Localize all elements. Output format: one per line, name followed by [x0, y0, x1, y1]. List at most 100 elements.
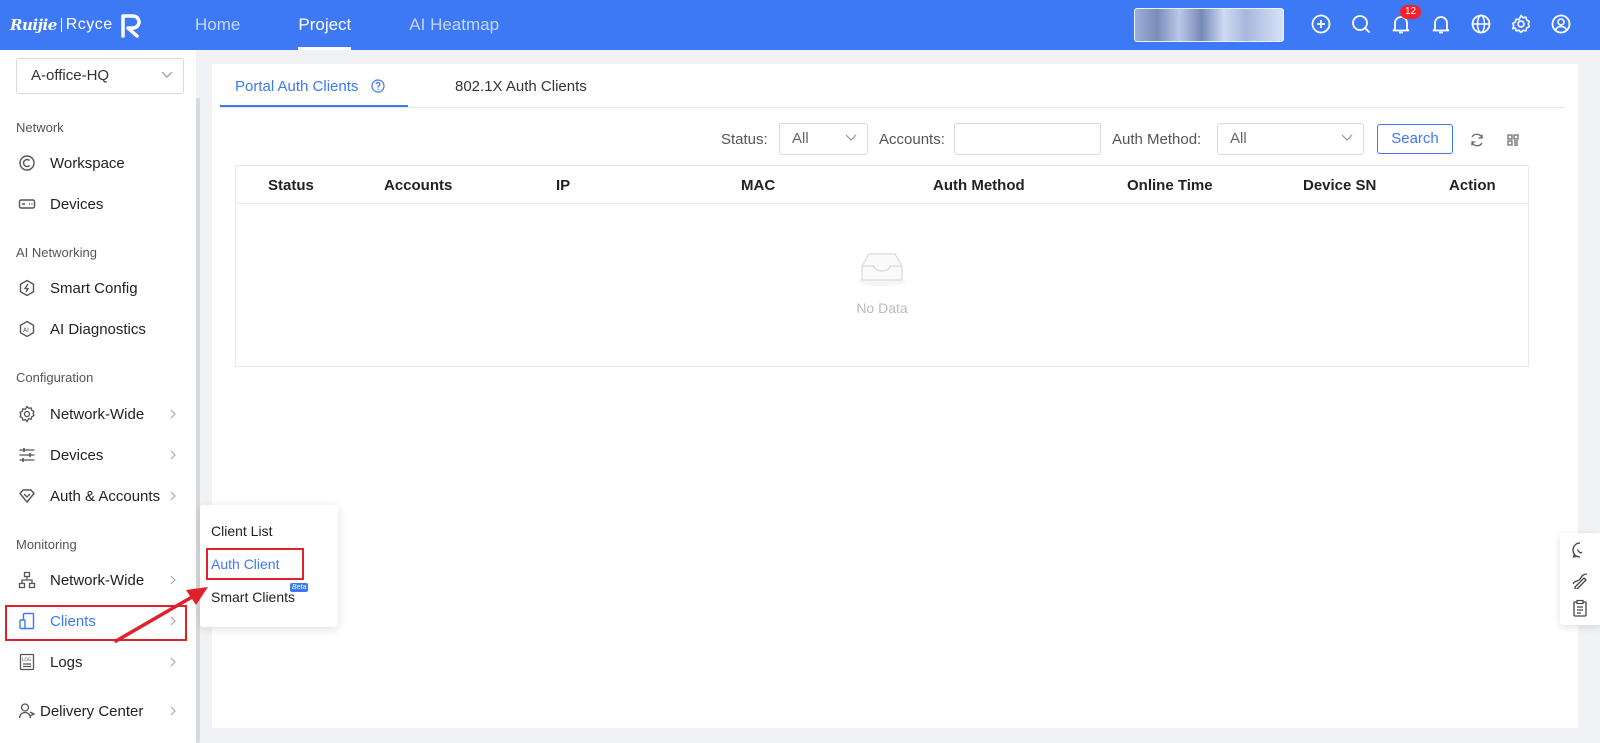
nav-project[interactable]: Project: [298, 0, 351, 50]
sidebar-item-devices[interactable]: Devices: [4, 185, 188, 223]
chevron-right-icon: [170, 706, 176, 716]
column-header-action: Action: [1449, 177, 1496, 194]
active-tab-indicator: [220, 105, 408, 107]
sliders-icon: [19, 448, 35, 462]
sidebar-item-label: AI Diagnostics: [50, 320, 146, 338]
floating-toolbar: [1560, 533, 1600, 625]
help-circle-icon[interactable]: [370, 79, 385, 93]
sidebar-item-smart-config[interactable]: Smart Config: [4, 269, 188, 307]
clients-highlight-box: [5, 605, 187, 641]
nav-home[interactable]: Home: [195, 0, 240, 50]
chevron-right-icon: [170, 657, 176, 667]
auth-method-filter-select[interactable]: All: [1217, 123, 1364, 155]
site-selector[interactable]: A-office-HQ: [16, 58, 184, 94]
beta-badge: Beta: [290, 583, 309, 592]
notification-badge: 12: [1400, 5, 1422, 19]
accounts-filter-label: Accounts:: [879, 131, 945, 148]
nav-ai-heatmap[interactable]: AI Heatmap: [409, 0, 499, 50]
column-header-online-time: Online Time: [1127, 177, 1213, 194]
submenu-smart-clients[interactable]: Smart Clients: [211, 589, 295, 605]
smart-config-icon: [19, 279, 35, 297]
accounts-filter-input[interactable]: [954, 123, 1101, 155]
status-filter-select[interactable]: All: [779, 123, 868, 155]
table-header: Status Accounts IP MAC Auth Method Onlin…: [236, 166, 1528, 204]
device-icon: [18, 199, 36, 209]
top-nav: Home Project AI Heatmap: [195, 0, 557, 50]
chevron-right-icon: [170, 450, 176, 460]
column-header-status: Status: [268, 177, 314, 194]
section-title-ai-networking: AI Networking: [16, 245, 97, 260]
empty-state-text: No Data: [856, 300, 908, 316]
auth-clients-table: Status Accounts IP MAC Auth Method Onlin…: [235, 165, 1529, 367]
status-filter-label: Status:: [721, 131, 768, 148]
ai-diagnostics-icon: AI: [19, 320, 35, 338]
chevron-down-icon: [161, 71, 173, 78]
search-button[interactable]: Search: [1377, 124, 1453, 154]
status-filter-value: All: [792, 130, 809, 147]
site-selector-value: A-office-HQ: [31, 67, 110, 84]
clipboard-icon[interactable]: [1571, 599, 1589, 617]
alarm-bell-icon[interactable]: 12: [1390, 5, 1422, 37]
sidebar-item-logs[interactable]: LOG Logs: [4, 643, 188, 681]
chevron-right-icon: [170, 491, 176, 501]
sidebar-scrollbar[interactable]: [196, 98, 200, 743]
sidebar-item-label: Delivery Center: [40, 702, 144, 720]
tab-label: Portal Auth Clients: [235, 78, 359, 95]
column-settings-icon[interactable]: [1505, 132, 1521, 148]
section-title-monitoring: Monitoring: [16, 537, 77, 552]
add-circle-icon[interactable]: [1310, 13, 1334, 37]
logo-mark-icon: [120, 14, 141, 38]
bell-icon[interactable]: [1430, 13, 1454, 37]
sidebar-item-workspace[interactable]: Workspace: [4, 144, 188, 182]
svg-text:AI: AI: [23, 327, 29, 334]
topology-icon: [18, 571, 36, 589]
sidebar-item-ai-diagnostics[interactable]: AI AI Diagnostics: [4, 310, 188, 348]
sidebar-item-network-wide-config[interactable]: Network-Wide: [4, 395, 188, 433]
column-header-accounts: Accounts: [384, 177, 453, 194]
auth-method-filter-label: Auth Method:: [1112, 131, 1202, 148]
logs-icon: LOG: [19, 653, 35, 671]
column-header-ip: IP: [556, 177, 571, 194]
logo-text-reyee: Rcyce: [65, 16, 113, 33]
top-icons: 12: [1310, 5, 1590, 37]
sidebar-item-label: Logs: [50, 653, 83, 671]
chevron-right-icon: [170, 409, 176, 419]
delivery-icon: [18, 703, 36, 719]
section-title-configuration: Configuration: [16, 370, 94, 385]
sidebar-item-network-wide-monitor[interactable]: Network-Wide: [4, 561, 188, 599]
chevron-right-icon: [170, 575, 176, 585]
sidebar-item-devices-config[interactable]: Devices: [4, 436, 188, 474]
sidebar-item-auth-accounts[interactable]: Auth & Accounts: [4, 477, 188, 515]
search-icon[interactable]: [1350, 13, 1374, 37]
top-bar: Ruijie Rcyce Home Project AI Heatmap 12: [0, 0, 1600, 50]
sidebar-item-label: Auth & Accounts: [50, 487, 161, 505]
sidebar-item-label: Devices: [50, 446, 104, 464]
user-avatar-icon[interactable]: [1550, 13, 1574, 37]
sidebar-item-delivery-center[interactable]: Delivery Center: [4, 692, 188, 730]
logo-text-ruijie: Ruijie: [10, 16, 57, 34]
column-header-mac: MAC: [741, 177, 776, 194]
sidebar-item-label: Workspace: [50, 154, 125, 172]
section-title-network: Network: [16, 120, 64, 135]
account-selector-blurred[interactable]: [1134, 8, 1284, 42]
tab-portal-auth-clients[interactable]: Portal Auth Clients: [235, 78, 385, 95]
workspace-icon: [19, 155, 35, 171]
globe-icon[interactable]: [1470, 13, 1494, 37]
clients-submenu: Client List Auth Client Smart Clients Be…: [200, 505, 338, 627]
main-panel: Portal Auth Clients 802.1X Auth Clients …: [212, 64, 1578, 728]
feedback-pen-icon[interactable]: [1571, 571, 1589, 589]
sidebar-item-label: Smart Config: [50, 279, 138, 297]
chevron-down-icon: [1341, 134, 1353, 141]
tab-bar: Portal Auth Clients 802.1X Auth Clients: [220, 64, 1566, 108]
chat-icon[interactable]: [1571, 541, 1589, 559]
tab-8021x-auth-clients[interactable]: 802.1X Auth Clients: [455, 78, 587, 95]
refresh-icon[interactable]: [1469, 132, 1485, 148]
submenu-client-list[interactable]: Client List: [211, 523, 272, 539]
settings-gear-icon[interactable]: [1510, 13, 1534, 37]
logo-separator: [60, 18, 62, 32]
auth-client-highlight-box: [206, 548, 304, 580]
column-header-auth-method: Auth Method: [933, 177, 1025, 194]
svg-text:LOG: LOG: [22, 657, 32, 663]
ruijie-logo[interactable]: Ruijie Rcyce: [10, 12, 143, 38]
auth-method-filter-value: All: [1230, 130, 1247, 147]
